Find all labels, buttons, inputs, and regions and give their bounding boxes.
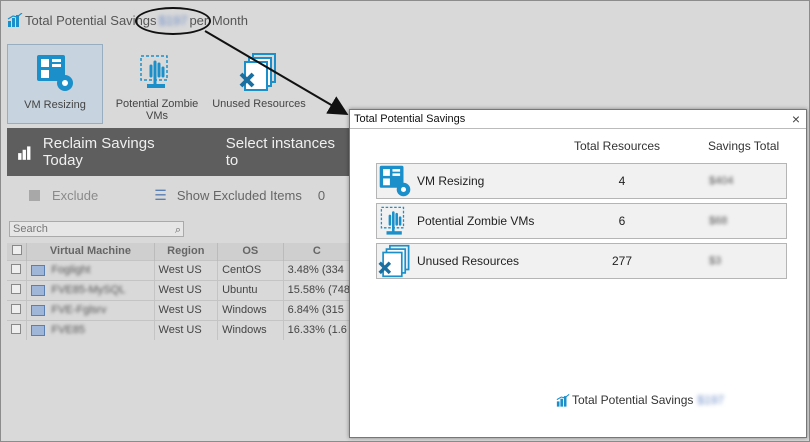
- vm-icon: [31, 324, 46, 336]
- category-tiles: VM Resizing Potential Zombie VMs Unused …: [7, 44, 307, 124]
- vm-region: West US: [154, 279, 219, 300]
- vm-icon: [31, 284, 46, 296]
- row-name: Potential Zombie VMs: [417, 214, 535, 228]
- popup-footer: Total Potential Savings $197: [556, 393, 724, 407]
- grid-toolbar: Exclude ☰ Show Excluded Items 0: [7, 179, 351, 211]
- footer-label: Total Potential Savings: [572, 393, 694, 407]
- row-checkbox[interactable]: [7, 259, 28, 280]
- popup-titlebar: Total Potential Savings ×: [350, 110, 806, 129]
- row-name: Unused Resources: [417, 254, 520, 268]
- row-count: 6: [618, 214, 626, 228]
- exclude-label: Exclude: [52, 187, 99, 203]
- popup-row-vm-resizing[interactable]: VM Resizing 4 $404: [376, 163, 787, 199]
- vm-table: Virtual Machine Region OS C Foglight Wes…: [7, 243, 352, 340]
- row-savings: $3: [709, 255, 722, 267]
- tile-potential-zombie-vms[interactable]: Potential Zombie VMs: [109, 44, 205, 124]
- row-count: 4: [618, 174, 626, 188]
- col-os[interactable]: OS: [217, 243, 284, 260]
- search-placeholder: Search: [13, 223, 48, 235]
- vm-name: Foglight: [51, 264, 91, 276]
- col-total-resources: Total Resources: [574, 139, 661, 153]
- vm-os: Windows: [217, 299, 284, 320]
- tile-vm-resizing[interactable]: VM Resizing: [7, 44, 103, 124]
- table-header: Virtual Machine Region OS C: [7, 243, 352, 260]
- unused-resources-icon: [239, 53, 276, 91]
- bar-chart-icon: [7, 13, 23, 27]
- vm-icon: [31, 264, 46, 276]
- excluded-count: 0: [317, 187, 326, 203]
- row-checkbox[interactable]: [7, 319, 28, 340]
- zombie-vm-icon: [140, 55, 168, 88]
- tile-unused-resources[interactable]: Unused Resources: [211, 44, 307, 124]
- vm-resizing-icon: [379, 165, 411, 197]
- vm-cpu: 15.58% (748: [283, 279, 352, 300]
- exclude-icon: [29, 189, 40, 201]
- vm-os: Windows: [217, 319, 284, 340]
- show-excluded-label: Show Excluded Items: [176, 187, 302, 203]
- search-icon[interactable]: ⌕: [175, 223, 181, 237]
- row-checkbox[interactable]: [7, 279, 28, 300]
- search-input[interactable]: Search ⌕: [9, 221, 184, 237]
- zombie-vm-icon: [380, 206, 405, 235]
- col-virtual-machine[interactable]: Virtual Machine: [26, 243, 155, 260]
- popup-title: Total Potential Savings: [354, 113, 466, 125]
- vm-resizing-icon: [37, 55, 73, 91]
- show-excluded-button[interactable]: ☰ Show Excluded Items: [154, 187, 302, 204]
- vm-cpu: 6.84% (315: [283, 299, 352, 320]
- table-row[interactable]: FVE-Fglsrv West US Windows 6.84% (315: [7, 299, 352, 320]
- vm-cpu: 3.48% (334: [283, 259, 352, 280]
- savings-popup: Total Potential Savings × Total Resource…: [349, 109, 807, 438]
- bar-chart-icon: [556, 393, 570, 407]
- row-count: 277: [611, 254, 633, 268]
- tile-label: Unused Resources: [212, 98, 306, 110]
- bar-chart-icon: [18, 146, 31, 160]
- vm-name: FVE85-MySQL: [51, 284, 126, 296]
- vm-name: FVE85: [51, 324, 85, 337]
- vm-region: West US: [154, 259, 219, 280]
- tile-label: Potential Zombie VMs: [115, 98, 199, 122]
- tile-label: VM Resizing: [24, 99, 86, 111]
- callout-ellipse: [135, 7, 211, 35]
- vm-name: FVE-Fglsrv: [51, 304, 107, 316]
- popup-column-headers: Total Resources Savings Total: [350, 139, 808, 155]
- row-checkbox[interactable]: [7, 299, 28, 320]
- table-row[interactable]: FVE85 West US Windows 16.33% (1.6: [7, 319, 352, 340]
- footer-amount: $197: [697, 393, 725, 407]
- col-savings-total: Savings Total: [708, 139, 780, 153]
- vm-region: West US: [154, 299, 219, 320]
- row-name: VM Resizing: [417, 174, 485, 188]
- vm-icon: [31, 304, 46, 316]
- reclaim-hint: Select instances to: [225, 135, 335, 169]
- row-savings: $404: [709, 175, 734, 187]
- savings-header: Total Potential Savings $197 per Month: [1, 1, 810, 39]
- col-c[interactable]: C: [283, 243, 352, 260]
- vm-region: West US: [154, 319, 219, 340]
- table-row[interactable]: Foglight West US CentOS 3.48% (334: [7, 259, 352, 280]
- col-region[interactable]: Region: [154, 243, 219, 260]
- select-all-checkbox[interactable]: [7, 243, 28, 260]
- row-savings: $68: [709, 215, 728, 227]
- popup-row-unused-resources[interactable]: Unused Resources 277 $3: [376, 243, 787, 279]
- list-icon: ☰: [154, 186, 167, 203]
- unused-resources-icon: [378, 244, 410, 278]
- reclaim-savings-bar: Reclaim Savings Today Select instances t…: [7, 128, 351, 176]
- vm-cpu: 16.33% (1.6: [283, 319, 352, 340]
- reclaim-title: Reclaim Savings Today: [42, 135, 155, 169]
- vm-os: CentOS: [217, 259, 284, 280]
- popup-row-zombie-vms[interactable]: Potential Zombie VMs 6 $68: [376, 203, 787, 239]
- table-row[interactable]: FVE85-MySQL West US Ubuntu 15.58% (748: [7, 279, 352, 300]
- vm-os: Ubuntu: [217, 279, 284, 300]
- close-icon[interactable]: ×: [792, 110, 800, 128]
- exclude-button[interactable]: Exclude: [29, 188, 98, 203]
